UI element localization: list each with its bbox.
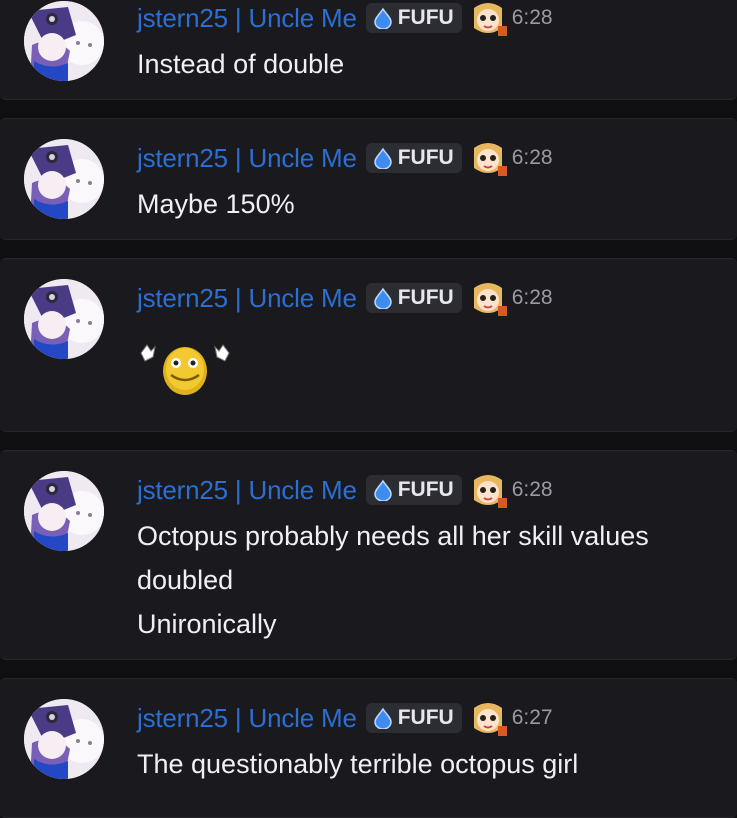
water-drop-icon [373,7,392,29]
username[interactable]: jstern25 | Uncle Me [137,283,357,314]
anime-girl-emoji-icon [473,143,507,176]
tag-label: FUFU [397,478,454,501]
timestamp: 6:28 [511,478,553,501]
avatar[interactable] [24,471,104,551]
username[interactable]: jstern25 | Uncle Me [137,475,357,506]
anime-girl-emoji-icon [473,703,507,736]
tag-label: FUFU [397,286,454,309]
water-drop-icon [373,147,392,169]
water-drop-icon [373,707,392,729]
avatar[interactable] [24,139,104,219]
anime-girl-emoji-icon [473,283,507,316]
anime-girl-emoji-icon [473,3,507,36]
role-tag[interactable]: FUFU [365,283,462,313]
username[interactable]: jstern25 | Uncle Me [137,143,357,174]
water-drop-icon [373,287,392,309]
avatar[interactable] [24,279,104,359]
role-tag[interactable]: FUFU [365,475,462,505]
timestamp: 6:28 [511,6,553,29]
role-tag[interactable]: FUFU [365,703,462,733]
tag-label: FUFU [397,6,454,29]
username[interactable]: jstern25 | Uncle Me [137,703,357,734]
timestamp: 6:27 [511,706,553,729]
message-text: Instead of double [137,49,345,79]
message-text: The questionably terrible octopus girl [137,749,579,779]
message-text: Unironically [137,609,277,639]
message[interactable]: jstern25 | Uncle Me FUFU 6:28 Instead of… [0,0,737,100]
waving-smiley-emoji [140,344,230,395]
message[interactable]: jstern25 | Uncle Me FUFU 6:28 Octopus pr… [0,450,737,660]
message-text: Octopus probably needs all her skill val… [137,521,649,551]
water-drop-icon [373,479,392,501]
message-text: doubled [137,565,234,595]
tag-label: FUFU [397,706,454,729]
message[interactable]: jstern25 | Uncle Me FUFU 6:27 The questi… [0,678,737,818]
message[interactable]: jstern25 | Uncle Me FUFU 6:28 [0,258,737,432]
timestamp: 6:28 [511,286,553,309]
tag-label: FUFU [397,146,454,169]
message[interactable]: jstern25 | Uncle Me FUFU 6:28 Maybe 150% [0,118,737,240]
anime-girl-emoji-icon [473,475,507,508]
role-tag[interactable]: FUFU [365,3,462,33]
role-tag[interactable]: FUFU [365,143,462,173]
username[interactable]: jstern25 | Uncle Me [137,3,357,34]
avatar[interactable] [24,1,104,81]
timestamp: 6:28 [511,146,553,169]
message-text: Maybe 150% [137,189,295,219]
avatar[interactable] [24,699,104,779]
